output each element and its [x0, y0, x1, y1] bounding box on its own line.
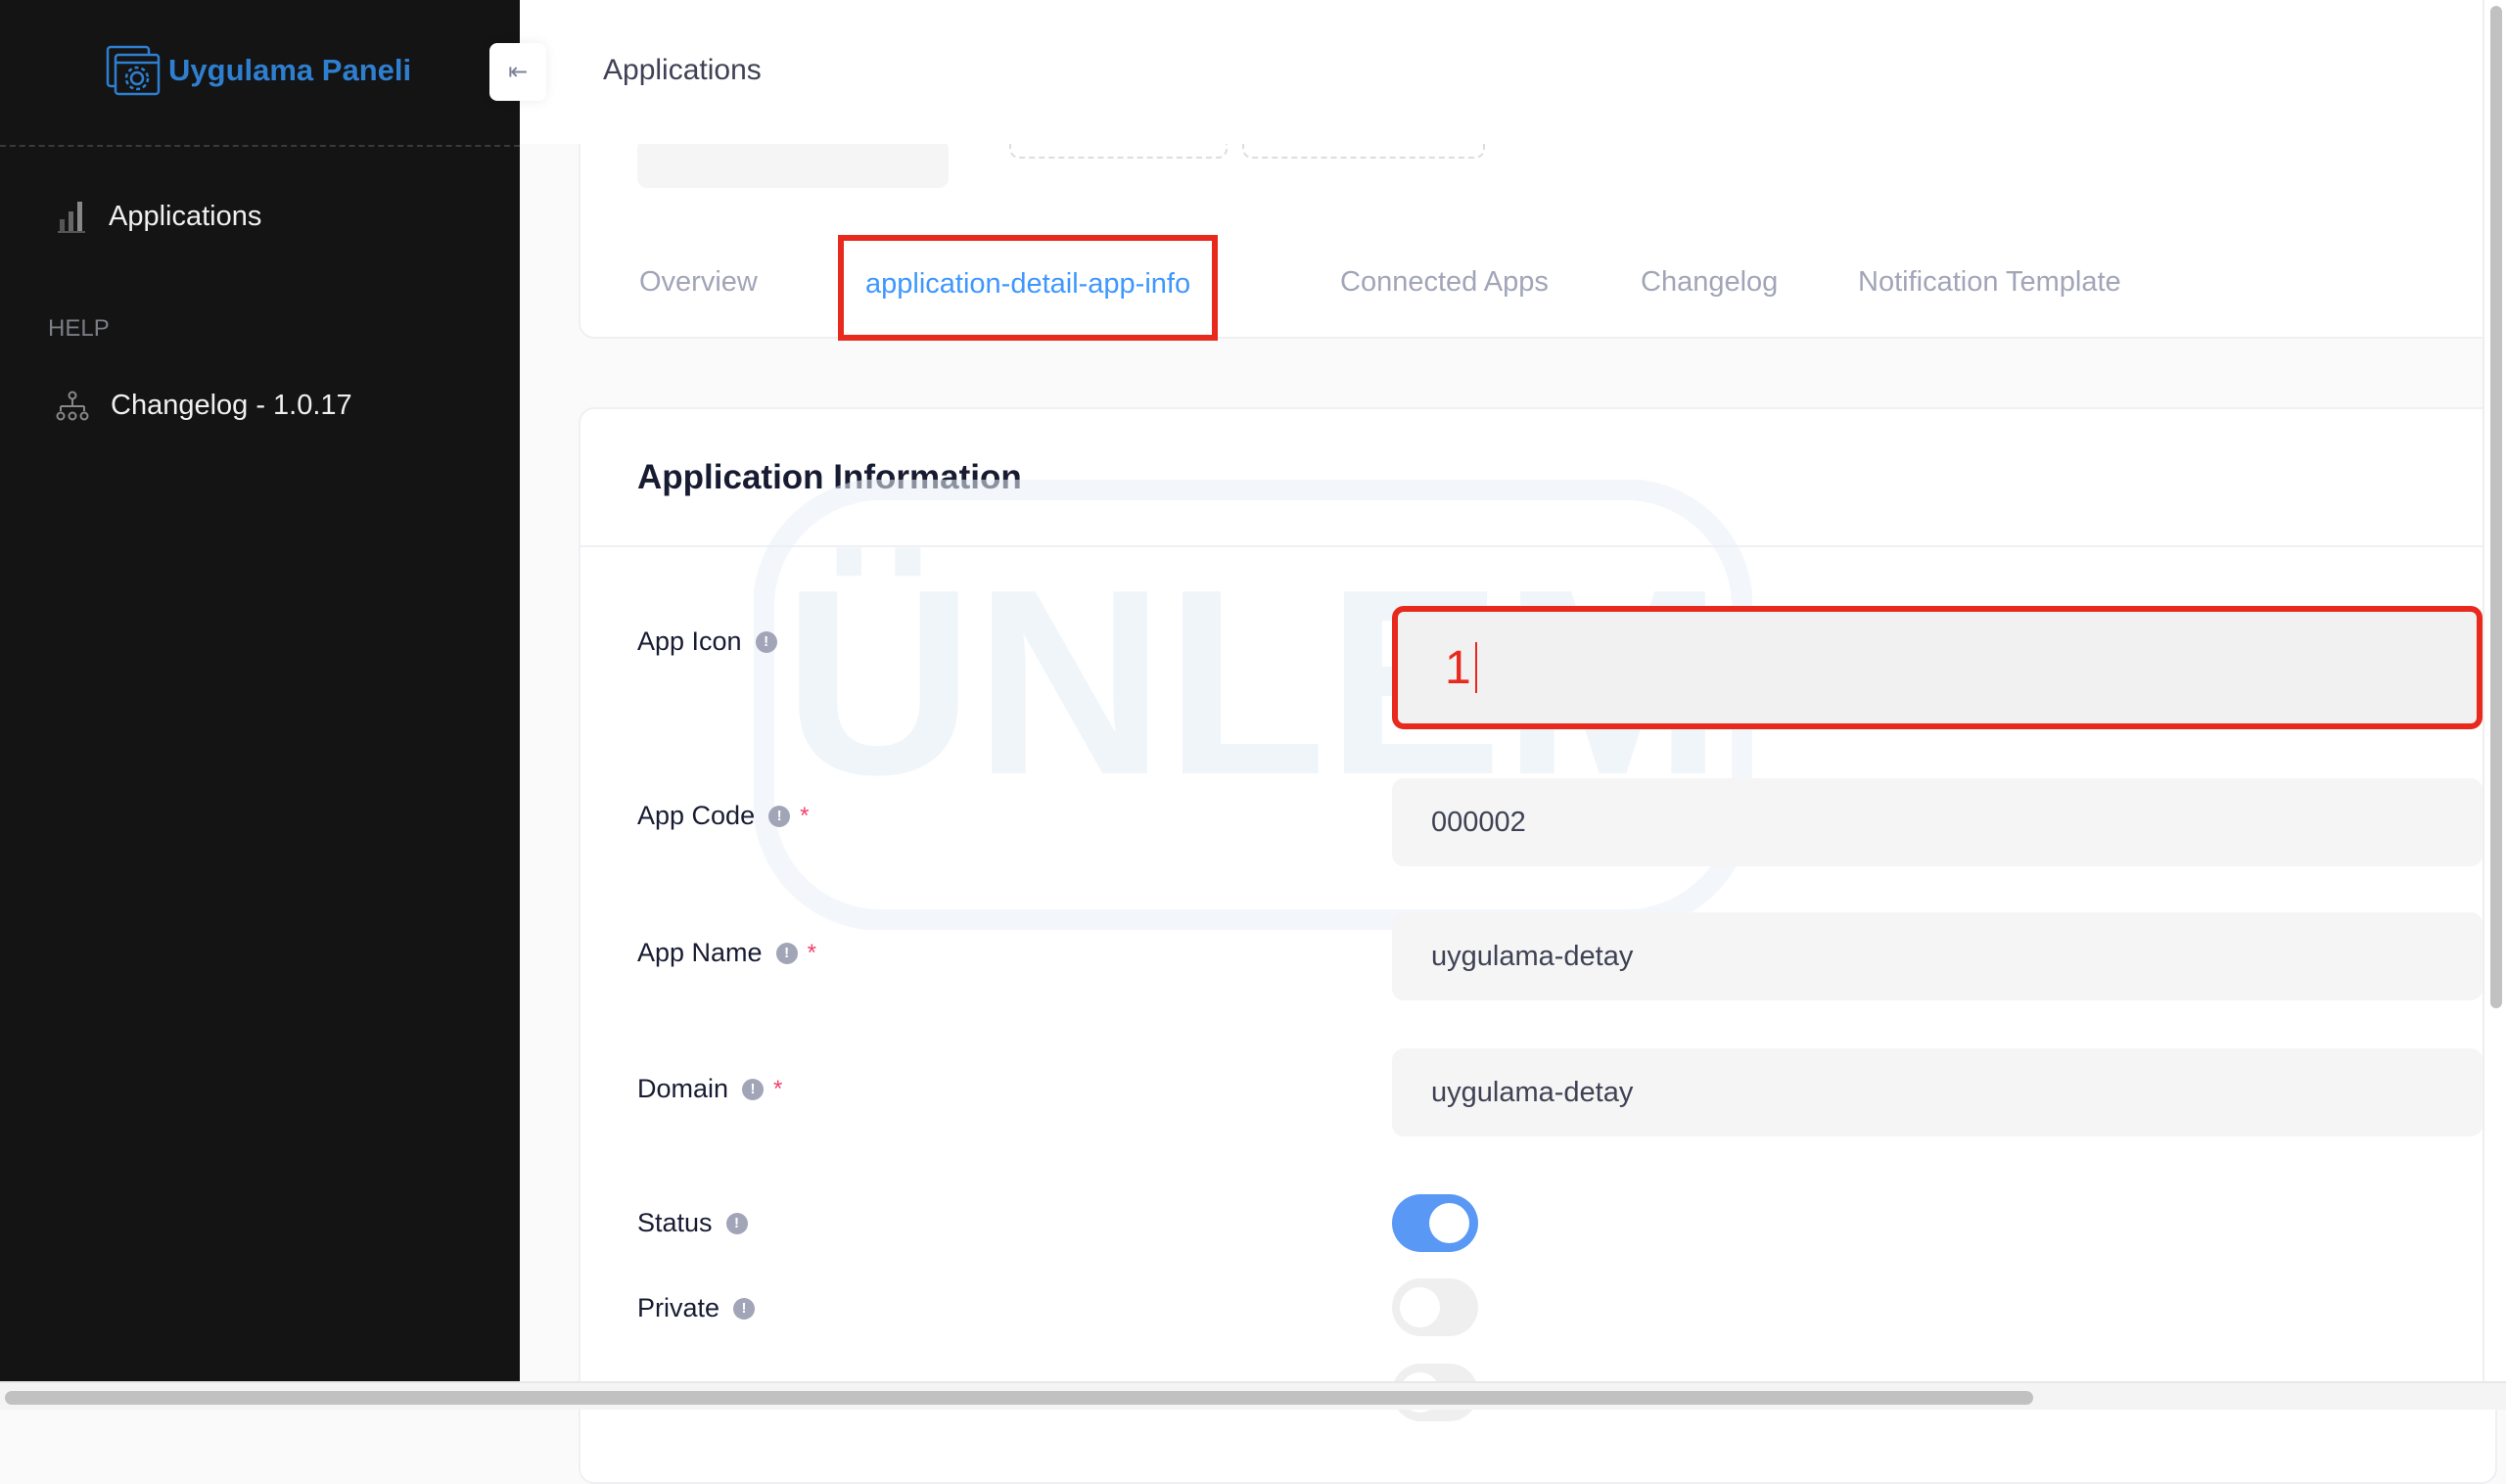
- app-name-label: App Name! *: [637, 938, 816, 967]
- info-icon[interactable]: !: [775, 942, 798, 964]
- private-label: Private!: [637, 1293, 756, 1323]
- required-mark: *: [807, 939, 816, 966]
- tab-notification-template[interactable]: Notification Template: [1858, 266, 2121, 299]
- scrollbar-thumb[interactable]: [5, 1391, 2033, 1405]
- brand-logo[interactable]: Uygulama Paneli: [106, 45, 411, 96]
- arrow-left-icon: ⇤: [507, 59, 529, 85]
- page-title: Applications: [603, 54, 762, 86]
- domain-input[interactable]: uygulama-detay: [1392, 1048, 2483, 1136]
- app-code-input[interactable]: 000002: [1392, 778, 2483, 866]
- header: Applications: [520, 0, 2483, 144]
- domain-label: Domain! *: [637, 1074, 783, 1103]
- bar-chart-icon: [58, 202, 85, 233]
- sidebar-section-help: HELP: [48, 315, 110, 342]
- info-icon[interactable]: !: [725, 1212, 748, 1234]
- sidebar-item-applications[interactable]: Applications: [56, 200, 261, 233]
- info-icon[interactable]: !: [742, 1078, 765, 1100]
- text-caret: [1474, 642, 1477, 693]
- status-toggle[interactable]: [1392, 1194, 1478, 1252]
- scrollbar-thumb[interactable]: [2490, 6, 2502, 1008]
- info-icon[interactable]: !: [768, 805, 791, 827]
- required-mark: *: [773, 1075, 783, 1102]
- sidebar-item-label: Applications: [109, 200, 262, 232]
- sidebar-item-changelog[interactable]: Changelog - 1.0.17: [56, 390, 352, 422]
- info-icon[interactable]: !: [733, 1297, 756, 1320]
- tab-changelog[interactable]: Changelog: [1641, 266, 1778, 299]
- tab-connected-apps[interactable]: Connected Apps: [1340, 266, 1549, 299]
- horizontal-scrollbar[interactable]: [0, 1381, 2506, 1410]
- brand-name: Uygulama Paneli: [168, 53, 412, 87]
- private-toggle[interactable]: [1392, 1278, 1478, 1336]
- sidebar: Uygulama Paneli Applications HELP Change…: [0, 0, 520, 1381]
- sidebar-divider: [0, 145, 520, 147]
- app-code-label: App Code! *: [637, 801, 810, 830]
- status-label: Status!: [637, 1208, 748, 1238]
- vertical-scrollbar[interactable]: [2483, 0, 2506, 1381]
- app-icon-label: App Icon!: [637, 626, 777, 657]
- placeholder-block: [637, 139, 949, 188]
- app-panel-gear-icon: [106, 45, 161, 96]
- tab-overview[interactable]: Overview: [639, 266, 758, 299]
- info-icon[interactable]: !: [755, 630, 777, 653]
- sitemap-icon: [56, 391, 89, 420]
- collapse-sidebar-button[interactable]: ⇤: [489, 43, 546, 101]
- app-name-input[interactable]: uygulama-detay: [1392, 912, 2483, 1000]
- sidebar-item-label: Changelog - 1.0.17: [111, 390, 352, 421]
- required-mark: *: [800, 802, 810, 829]
- app-icon-input[interactable]: 1: [1392, 606, 2483, 729]
- tab-app-info[interactable]: application-detail-app-info: [838, 235, 1219, 341]
